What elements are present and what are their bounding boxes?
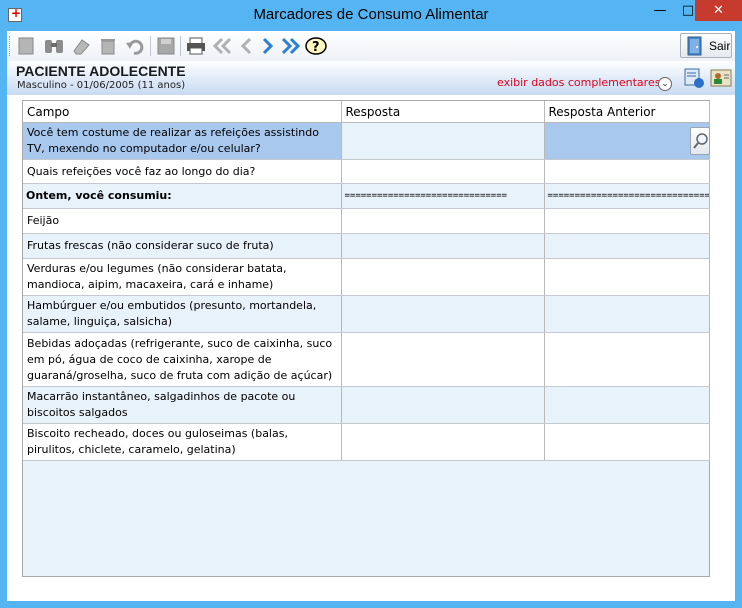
binoculars-icon bbox=[45, 40, 63, 53]
campo-cell: Hambúrguer e/ou embutidos (presunto, mor… bbox=[23, 295, 342, 333]
table-header-row: Campo Resposta Resposta Anterior bbox=[23, 101, 710, 123]
campo-cell: Ontem, você consumiu: bbox=[23, 183, 342, 209]
resposta-cell: ============================== bbox=[341, 183, 545, 209]
column-header-campo[interactable]: Campo bbox=[23, 101, 342, 123]
first-icon bbox=[212, 37, 232, 55]
resposta-anterior-cell bbox=[544, 386, 710, 424]
campo-cell: Macarrão instantâneo, salgadinhos de pac… bbox=[23, 386, 342, 424]
expand-chevron-icon[interactable]: ⌄ bbox=[658, 77, 672, 91]
table-row[interactable]: Hambúrguer e/ou embutidos (presunto, mor… bbox=[23, 295, 710, 333]
resposta-cell[interactable] bbox=[341, 332, 545, 387]
next-record-button[interactable] bbox=[257, 35, 279, 57]
questionnaire-panel: Campo Resposta Resposta Anterior Você te… bbox=[22, 100, 710, 577]
column-header-resposta-anterior[interactable]: Resposta Anterior bbox=[544, 101, 710, 123]
table-row[interactable]: Bebidas adoçadas (refrigerante, suco de … bbox=[23, 332, 710, 387]
campo-cell: Frutas frescas (não considerar suco de f… bbox=[23, 233, 342, 259]
close-button[interactable]: ✕ bbox=[695, 0, 742, 21]
table-row[interactable]: Verduras e/ou legumes (não considerar ba… bbox=[23, 258, 710, 296]
patient-details: Masculino - 01/06/2005 (11 anos) bbox=[17, 80, 186, 91]
column-header-resposta[interactable]: Resposta bbox=[341, 101, 545, 123]
new-button[interactable] bbox=[15, 35, 37, 57]
show-extra-data-link[interactable]: exibir dados complementares... bbox=[497, 76, 671, 89]
clear-button[interactable] bbox=[70, 35, 92, 57]
resposta-cell[interactable] bbox=[341, 208, 545, 234]
resposta-anterior-cell bbox=[544, 295, 710, 333]
table-row[interactable]: Biscoito recheado, doces ou guloseimas (… bbox=[23, 423, 710, 461]
title-bar[interactable]: Marcadores de Consumo Alimentar — □ ✕ bbox=[0, 0, 742, 31]
toolbar-separator bbox=[150, 36, 151, 56]
undo-icon bbox=[126, 39, 144, 55]
user-profile-icon[interactable] bbox=[710, 67, 732, 89]
resposta-cell[interactable] bbox=[341, 258, 545, 296]
resposta-anterior-cell bbox=[544, 423, 710, 461]
search-button[interactable] bbox=[43, 35, 65, 57]
resposta-cell[interactable] bbox=[341, 159, 545, 184]
table-row-section[interactable]: Ontem, você consumiu: ==================… bbox=[23, 183, 710, 209]
print-icon bbox=[187, 37, 205, 55]
resposta-cell[interactable] bbox=[341, 386, 545, 424]
resposta-cell[interactable] bbox=[341, 295, 545, 333]
app-window: Marcadores de Consumo Alimentar — □ ✕ bbox=[0, 0, 742, 608]
patient-name: PACIENTE ADOLECENTE bbox=[16, 63, 186, 79]
exit-button-label: Sair bbox=[709, 39, 731, 53]
print-button[interactable] bbox=[185, 35, 207, 57]
exit-door-icon bbox=[687, 36, 702, 56]
patient-header: PACIENTE ADOLECENTE Masculino - 01/06/20… bbox=[7, 61, 735, 95]
client-area: ? Sair PACIENTE ADOLECENTE Masculino - 0… bbox=[7, 31, 735, 601]
lookup-button[interactable] bbox=[689, 127, 710, 155]
toolbar-separator bbox=[180, 36, 181, 56]
questionnaire-table: Campo Resposta Resposta Anterior Você te… bbox=[23, 101, 710, 461]
resposta-cell[interactable] bbox=[341, 423, 545, 461]
undo-button[interactable] bbox=[124, 35, 146, 57]
previous-icon bbox=[240, 37, 252, 55]
new-icon bbox=[18, 37, 34, 55]
exit-button[interactable]: Sair bbox=[680, 33, 732, 58]
patient-record-icon[interactable] bbox=[683, 67, 705, 89]
trash-icon bbox=[101, 39, 115, 55]
campo-cell: Feijão bbox=[23, 208, 342, 234]
resposta-cell[interactable] bbox=[341, 122, 545, 160]
minimize-button[interactable]: — bbox=[646, 0, 674, 21]
last-icon bbox=[281, 37, 301, 55]
table-row[interactable]: Feijão bbox=[23, 208, 710, 234]
table-row[interactable]: Quais refeições você faz ao longo do dia… bbox=[23, 159, 710, 184]
eraser-icon bbox=[73, 39, 90, 55]
campo-cell: Quais refeições você faz ao longo do dia… bbox=[23, 159, 342, 184]
help-button[interactable]: ? bbox=[305, 35, 327, 57]
table-row[interactable]: Macarrão instantâneo, salgadinhos de pac… bbox=[23, 386, 710, 424]
resposta-anterior-cell: ================================ bbox=[544, 183, 710, 209]
save-button[interactable] bbox=[155, 35, 177, 57]
previous-record-button[interactable] bbox=[235, 35, 257, 57]
resposta-cell[interactable] bbox=[341, 233, 545, 259]
campo-cell: Bebidas adoçadas (refrigerante, suco de … bbox=[23, 332, 342, 387]
first-record-button[interactable] bbox=[212, 35, 234, 57]
resposta-anterior-cell bbox=[544, 208, 710, 234]
save-icon bbox=[157, 37, 175, 55]
table-row[interactable]: Você tem costume de realizar as refeiçõe… bbox=[23, 122, 710, 160]
resposta-anterior-cell bbox=[544, 258, 710, 296]
resposta-anterior-cell[interactable] bbox=[544, 122, 710, 160]
resposta-anterior-cell bbox=[544, 159, 710, 184]
toolbar: ? Sair bbox=[7, 31, 735, 62]
resposta-anterior-cell bbox=[544, 233, 710, 259]
toolbar-grip[interactable] bbox=[9, 36, 13, 56]
svg-text:?: ? bbox=[312, 40, 320, 55]
campo-cell: Verduras e/ou legumes (não considerar ba… bbox=[23, 258, 342, 296]
campo-cell: Você tem costume de realizar as refeiçõe… bbox=[23, 122, 342, 160]
table-row[interactable]: Frutas frescas (não considerar suco de f… bbox=[23, 233, 710, 259]
window-title: Marcadores de Consumo Alimentar bbox=[253, 6, 489, 23]
delete-button[interactable] bbox=[97, 35, 119, 57]
last-record-button[interactable] bbox=[279, 35, 301, 57]
resposta-anterior-cell bbox=[544, 332, 710, 387]
help-icon: ? bbox=[305, 37, 327, 55]
magnifier-icon bbox=[692, 133, 708, 149]
next-icon bbox=[262, 37, 274, 55]
campo-cell: Biscoito recheado, doces ou guloseimas (… bbox=[23, 423, 342, 461]
